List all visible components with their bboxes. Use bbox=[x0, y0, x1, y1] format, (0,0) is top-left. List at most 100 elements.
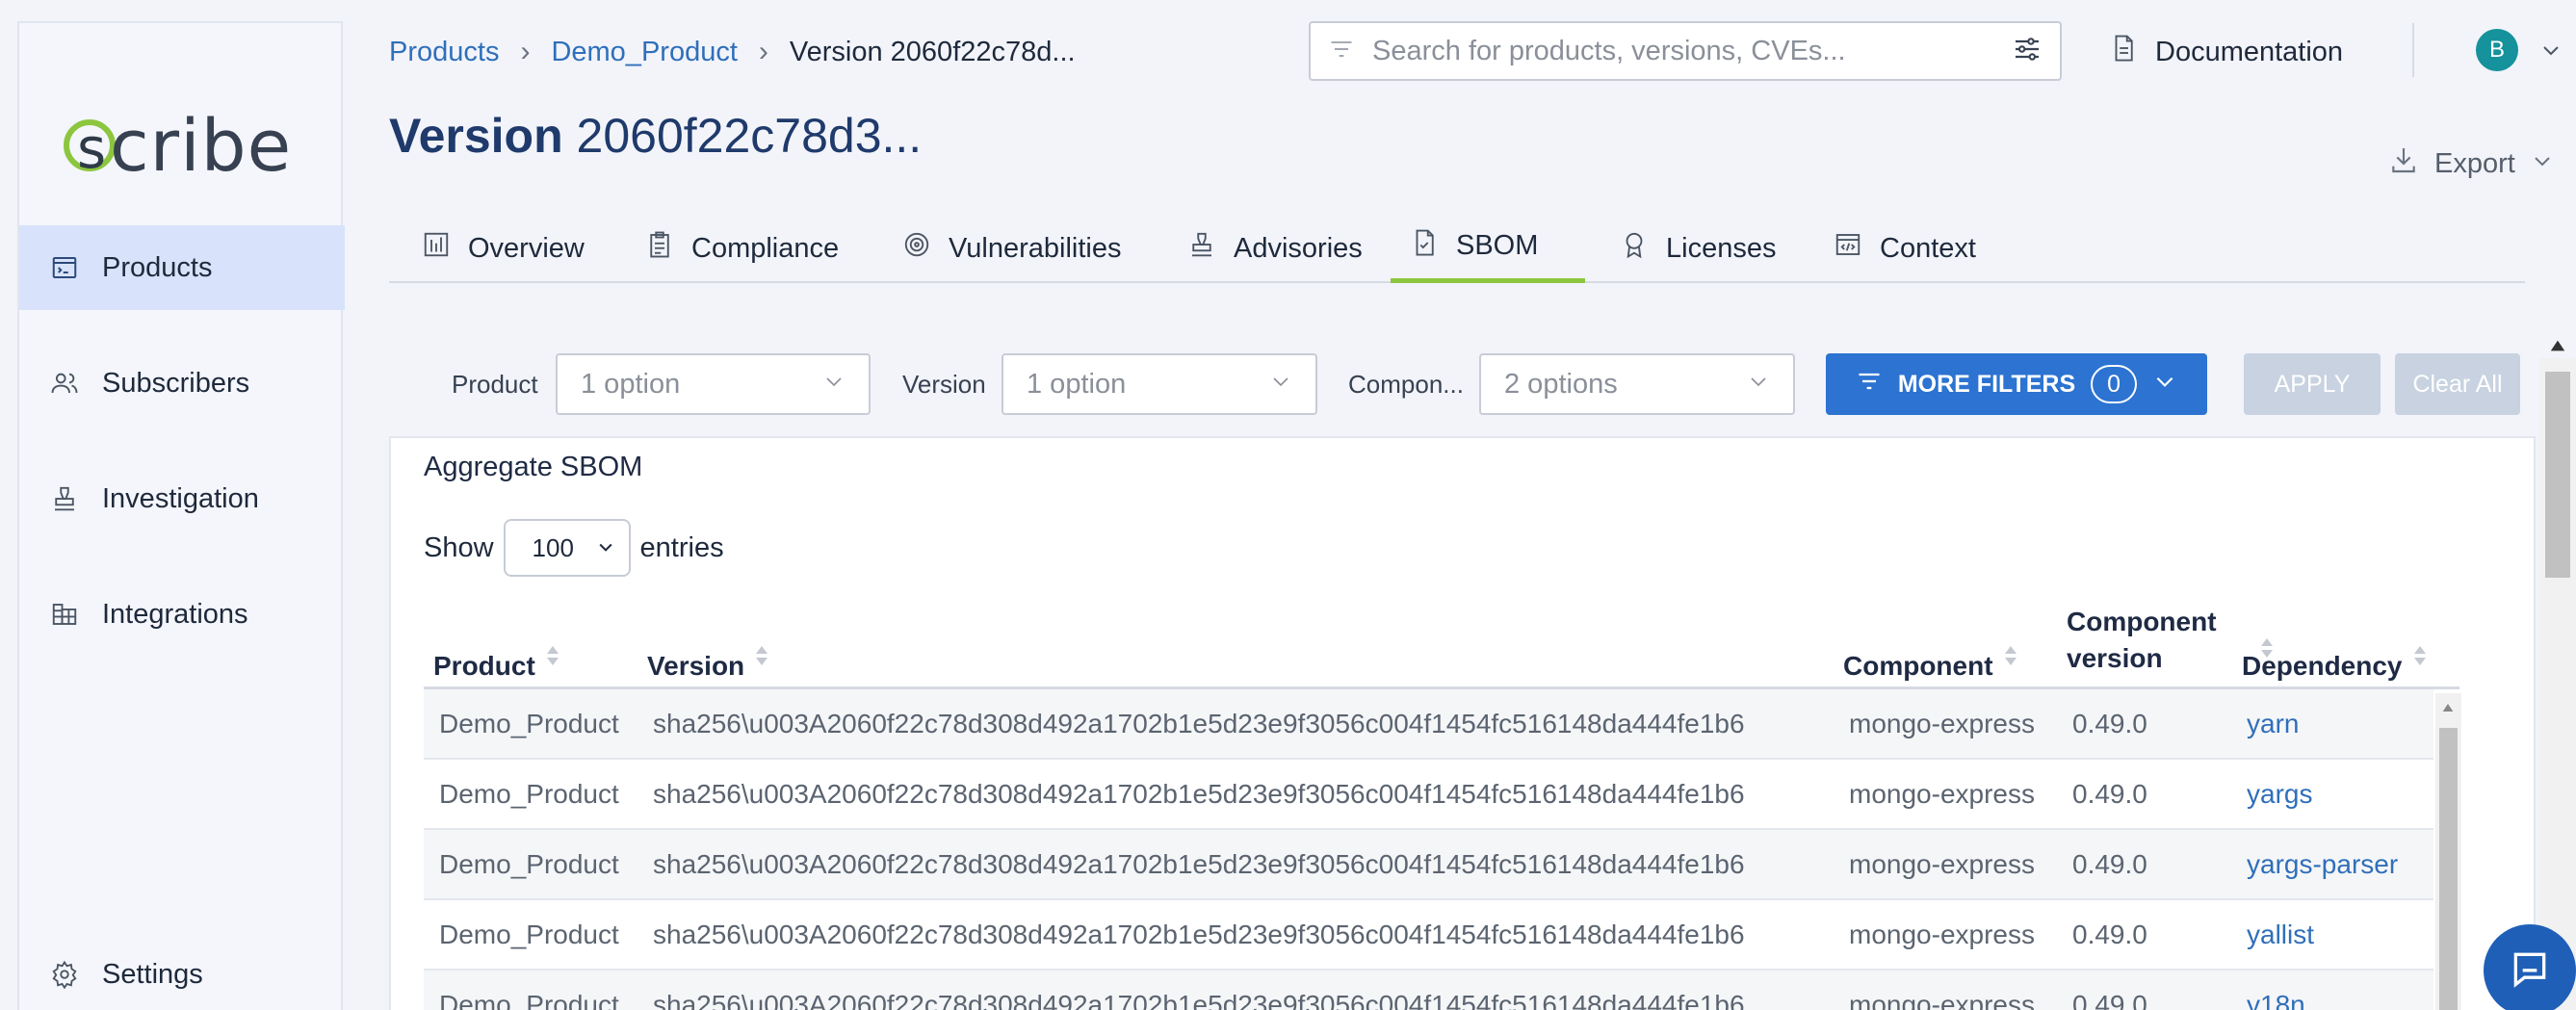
table-row[interactable]: Demo_Product sha256\u003A2060f22c78d308d… bbox=[424, 900, 2433, 971]
product-filter-select[interactable]: 1 option bbox=[556, 353, 871, 415]
tab-sbom[interactable]: SBOM bbox=[1391, 214, 1585, 283]
search-input[interactable] bbox=[1372, 35, 1994, 67]
tab-licenses[interactable]: Licenses bbox=[1600, 214, 1795, 283]
sidebar-item-products[interactable]: Products bbox=[19, 225, 345, 310]
page-scrollbar[interactable] bbox=[2539, 358, 2576, 1010]
logo-s-mark: s bbox=[64, 119, 116, 177]
sort-icon bbox=[2003, 640, 2018, 677]
tab-label: Overview bbox=[468, 232, 585, 264]
cell-product: Demo_Product bbox=[439, 919, 619, 949]
chevron-down-icon[interactable] bbox=[2539, 39, 2563, 66]
tab-label: Compliance bbox=[691, 232, 840, 264]
avatar[interactable]: B bbox=[2476, 29, 2518, 71]
sidebar-item-integrations[interactable]: Integrations bbox=[19, 572, 345, 657]
tab-compliance[interactable]: Compliance bbox=[626, 214, 858, 283]
cell-component-version: 0.49.0 bbox=[2072, 989, 2147, 1010]
table-row[interactable]: Demo_Product sha256\u003A2060f22c78d308d… bbox=[424, 830, 2433, 900]
clear-all-button[interactable]: Clear All bbox=[2395, 353, 2520, 415]
tab-label: Context bbox=[1880, 232, 1976, 264]
cell-version: sha256\u003A2060f22c78d308d492a1702b1e5d… bbox=[653, 848, 1745, 879]
more-filters-label: MORE FILTERS bbox=[1897, 370, 2076, 398]
sliders-icon[interactable] bbox=[2012, 34, 2043, 69]
cell-component: mongo-express bbox=[1849, 708, 2035, 738]
chevron-down-icon bbox=[1747, 369, 1770, 401]
sidebar-item-subscribers[interactable]: Subscribers bbox=[19, 341, 345, 426]
column-header-component[interactable]: Component bbox=[1843, 640, 2018, 685]
cell-dependency-link[interactable]: yargs bbox=[2247, 760, 2312, 828]
column-header-version[interactable]: Version bbox=[647, 640, 769, 685]
breadcrumb: Products › Demo_Product › Version 2060f2… bbox=[389, 31, 1076, 73]
documentation-label: Documentation bbox=[2155, 36, 2344, 67]
scroll-up-arrow-icon[interactable] bbox=[2547, 337, 2568, 359]
header-divider bbox=[2412, 23, 2414, 77]
target-icon bbox=[902, 230, 931, 267]
entries-label: entries bbox=[639, 531, 724, 563]
table-row[interactable]: Demo_Product sha256\u003A2060f22c78d308d… bbox=[424, 971, 2433, 1010]
component-filter-value: 2 options bbox=[1504, 368, 1618, 400]
scribe-logo: s cribe bbox=[64, 108, 291, 185]
column-header-product[interactable]: Product bbox=[433, 640, 560, 685]
sidebar-item-label: Investigation bbox=[102, 482, 259, 514]
search-box[interactable] bbox=[1309, 21, 2062, 81]
component-filter-label: Compon... bbox=[1348, 370, 1464, 399]
cell-dependency-link[interactable]: yargs-parser bbox=[2247, 830, 2398, 898]
cell-product: Demo_Product bbox=[439, 708, 619, 738]
chevron-down-icon bbox=[596, 533, 615, 563]
column-header-label: Component version bbox=[2067, 607, 2217, 673]
table-row[interactable]: Demo_Product sha256\u003A2060f22c78d308d… bbox=[424, 689, 2433, 760]
cell-dependency-link[interactable]: y18n bbox=[2247, 971, 2305, 1010]
breadcrumb-product[interactable]: Demo_Product bbox=[551, 37, 737, 68]
cell-version: sha256\u003A2060f22c78d308d492a1702b1e5d… bbox=[653, 778, 1745, 809]
page-title-version: 2060f22c78d3... bbox=[576, 109, 923, 163]
tab-label: SBOM bbox=[1456, 230, 1539, 261]
tab-advisories[interactable]: Advisories bbox=[1168, 214, 1382, 283]
cell-version: sha256\u003A2060f22c78d308d492a1702b1e5d… bbox=[653, 919, 1745, 949]
sidebar: s cribe Products Subscribers Investigati… bbox=[17, 21, 345, 1010]
export-button[interactable]: Export bbox=[2388, 144, 2554, 183]
more-filters-button[interactable]: MORE FILTERS 0 bbox=[1826, 353, 2207, 415]
product-filter-label: Product bbox=[452, 370, 538, 399]
tab-context[interactable]: Context bbox=[1814, 214, 1995, 283]
version-filter-select[interactable]: 1 option bbox=[1002, 353, 1317, 415]
cell-dependency-link[interactable]: yallist bbox=[2247, 900, 2314, 969]
page-title: Version 2060f22c78d3... bbox=[389, 108, 922, 164]
scroll-up-arrow-icon[interactable] bbox=[2440, 701, 2456, 719]
table-row[interactable]: Demo_Product sha256\u003A2060f22c78d308d… bbox=[424, 760, 2433, 830]
entries-value: 100 bbox=[532, 532, 574, 562]
users-icon bbox=[50, 369, 79, 398]
tab-label: Advisories bbox=[1234, 232, 1363, 264]
cell-component-version: 0.49.0 bbox=[2072, 708, 2147, 738]
column-header-label: Dependency bbox=[2242, 651, 2403, 681]
filter-lines-icon bbox=[1328, 36, 1355, 67]
sort-icon bbox=[754, 640, 769, 677]
blocks-icon bbox=[50, 600, 79, 629]
sidebar-item-investigation[interactable]: Investigation bbox=[19, 456, 345, 541]
cell-component: mongo-express bbox=[1849, 778, 2035, 809]
tab-label: Licenses bbox=[1666, 232, 1777, 264]
stamp-icon bbox=[50, 484, 79, 513]
table-scrollbar-thumb[interactable] bbox=[2439, 728, 2458, 1010]
chat-support-button[interactable] bbox=[2484, 924, 2576, 1010]
entries-select[interactable]: 100 bbox=[503, 519, 631, 577]
documentation-link[interactable]: Documentation bbox=[2109, 29, 2343, 75]
cell-product: Demo_Product bbox=[439, 848, 619, 879]
sort-icon bbox=[2412, 640, 2428, 677]
chevron-right-icon: › bbox=[758, 36, 768, 67]
cell-component-version: 0.49.0 bbox=[2072, 919, 2147, 949]
tab-vulnerabilities[interactable]: Vulnerabilities bbox=[883, 214, 1140, 283]
version-filter-value: 1 option bbox=[1027, 368, 1127, 400]
table-scrollbar[interactable] bbox=[2435, 693, 2461, 1010]
logo-wordmark: cribe bbox=[110, 105, 293, 188]
column-header-dependency[interactable]: Dependency bbox=[2242, 640, 2428, 685]
breadcrumb-products[interactable]: Products bbox=[389, 37, 499, 68]
entries-length-control: Show 100 entries bbox=[424, 519, 724, 577]
sidebar-item-label: Integrations bbox=[102, 598, 248, 630]
chevron-down-icon bbox=[2152, 369, 2177, 401]
sidebar-item-settings[interactable]: Settings bbox=[19, 932, 345, 1010]
component-filter-select[interactable]: 2 options bbox=[1479, 353, 1795, 415]
page-scrollbar-thumb[interactable] bbox=[2545, 372, 2570, 578]
apply-button[interactable]: APPLY bbox=[2244, 353, 2381, 415]
download-icon bbox=[2388, 144, 2419, 183]
cell-dependency-link[interactable]: yarn bbox=[2247, 689, 2299, 758]
tab-overview[interactable]: Overview bbox=[403, 214, 604, 283]
